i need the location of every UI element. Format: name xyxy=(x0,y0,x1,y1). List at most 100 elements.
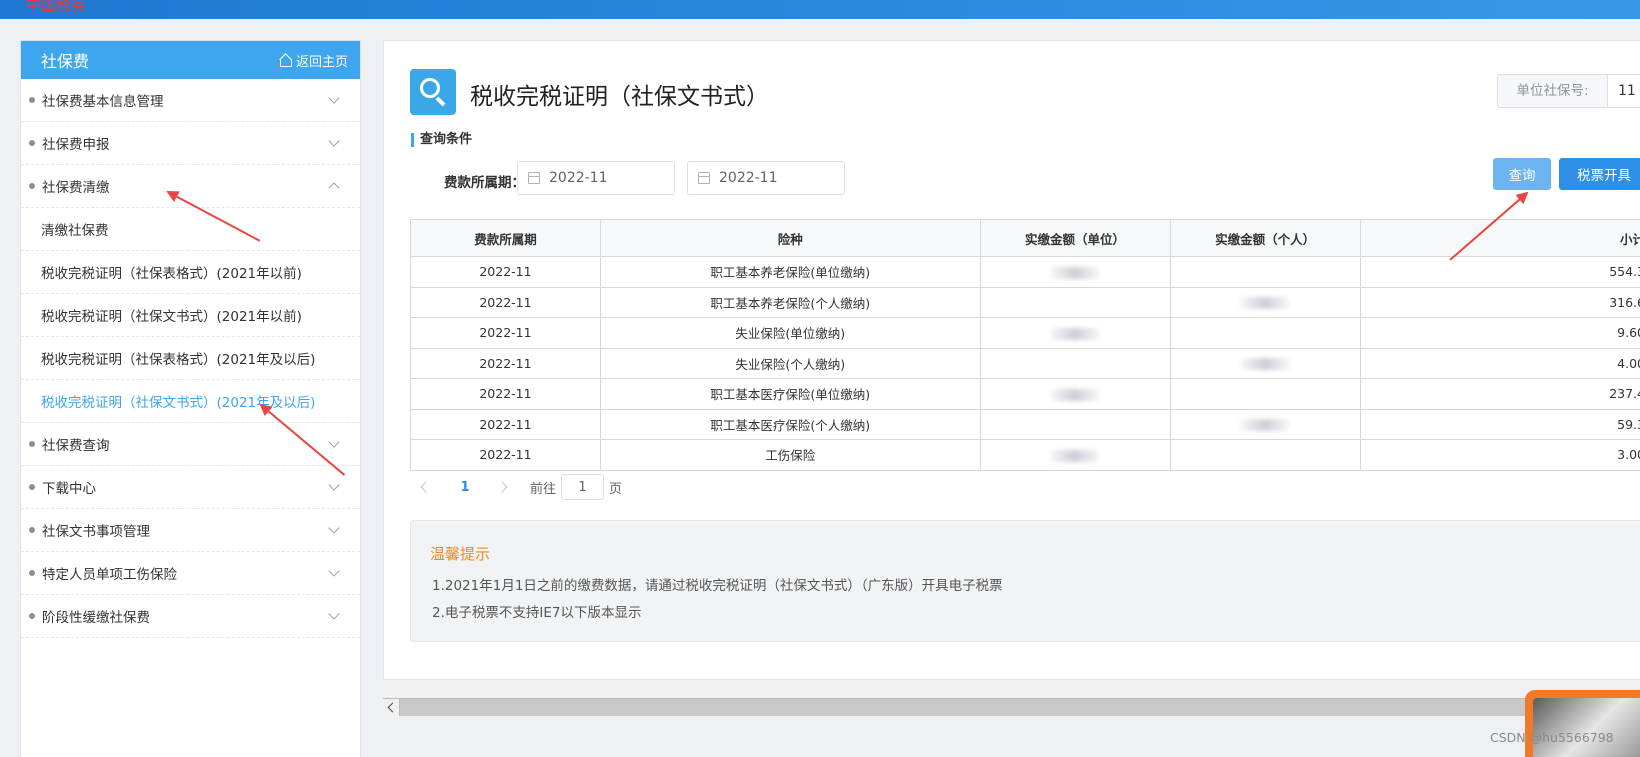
page-suffix: 页 xyxy=(609,481,623,497)
bullet-icon xyxy=(29,527,35,533)
table-cell xyxy=(979,408,1171,440)
chevron-down-icon xyxy=(328,565,340,577)
table-cell xyxy=(979,439,1171,471)
column-header: 实缴金额（个人） xyxy=(1169,219,1361,257)
table-cell: 失业保险(单位缴纳) xyxy=(599,317,981,349)
sidebar-header: 社保费 返回主页 xyxy=(21,41,360,79)
table-cell: 2022-11 xyxy=(410,256,601,288)
table-cell: 9.60 xyxy=(1359,317,1640,349)
issue-tax-receipt-button[interactable]: 税票开具 xyxy=(1559,158,1640,190)
section-label: 查询条件 xyxy=(411,133,472,147)
query-button[interactable]: 查询 xyxy=(1493,158,1551,190)
redacted-value xyxy=(1240,297,1291,310)
top-banner: 中国税务 xyxy=(0,0,1640,19)
tips-title: 温馨提示 xyxy=(430,545,491,563)
column-header: 费款所属期 xyxy=(410,219,601,257)
menu-item-documents[interactable]: 社保文书事项管理 xyxy=(21,509,360,552)
redacted-value xyxy=(1050,266,1101,279)
page-number-input[interactable] xyxy=(561,474,605,500)
horizontal-scrollbar[interactable] xyxy=(383,698,1640,716)
menu-label: 社保费清缴 xyxy=(42,180,110,196)
goto-label: 前往 xyxy=(530,481,557,497)
submenu-item-settle-fee[interactable]: 清缴社保费 xyxy=(21,208,360,251)
table-row: 2022-11职工基本医疗保险(个人缴纳) 59.3 xyxy=(410,408,1640,440)
table-header-row: 费款所属期 险种 实缴金额（单位） 实缴金额（个人） 小计 xyxy=(410,219,1640,257)
menu-label: 阶段性缓缴社保费 xyxy=(42,610,150,626)
table-cell: 2022-11 xyxy=(410,317,601,349)
table-cell xyxy=(979,317,1171,349)
table-cell xyxy=(979,347,1171,379)
chevron-down-icon xyxy=(328,92,340,104)
table-row: 2022-11职工基本医疗保险(单位缴纳) 237.4 xyxy=(410,378,1640,410)
menu-label: 社保费申报 xyxy=(42,137,110,153)
date-to-value: 2022-11 xyxy=(719,170,778,186)
calendar-icon xyxy=(528,172,540,184)
menu-item-deferred[interactable]: 阶段性缓缴社保费 xyxy=(21,595,360,638)
home-link[interactable]: 返回主页 xyxy=(279,51,348,70)
column-header: 险种 xyxy=(599,219,981,257)
redacted-value xyxy=(1050,388,1101,401)
next-page-icon[interactable] xyxy=(490,473,520,501)
table-cell: 2022-11 xyxy=(410,408,601,440)
table-cell: 职工基本医疗保险(个人缴纳) xyxy=(599,408,981,440)
main-panel: 税收完税证明（社保文书式） 单位社保号: 11 查询条件 费款所属期： 2022… xyxy=(383,40,1640,680)
menu-item-download[interactable]: 下载中心 xyxy=(21,466,360,509)
submenu-item-table-after-2021[interactable]: 税收完税证明（社保表格式）(2021年及以后) xyxy=(21,337,360,380)
table-cell xyxy=(1169,256,1361,288)
date-from-input[interactable]: 2022-11 xyxy=(517,161,675,195)
page-title: 税收完税证明（社保文书式） xyxy=(470,84,769,110)
table-cell: 工伤保险 xyxy=(599,439,981,471)
prev-page-icon[interactable] xyxy=(410,473,440,501)
table-cell: 237.4 xyxy=(1359,378,1640,410)
tips-line-1: 1.2021年1月1日之前的缴费数据，请通过税收完税证明（社保文书式）（广东版）… xyxy=(432,578,1003,594)
table-cell: 4.00 xyxy=(1359,347,1640,379)
table-cell xyxy=(1169,408,1361,440)
table-cell: 2022-11 xyxy=(410,378,601,410)
scroll-left-icon[interactable] xyxy=(383,699,400,716)
chevron-down-icon xyxy=(328,479,340,491)
submenu-item-document-after-2021[interactable]: 税收完税证明（社保文书式）(2021年及以后) xyxy=(21,380,360,423)
table-cell xyxy=(1169,378,1361,410)
table-row: 2022-11失业保险(单位缴纳) 9.60 xyxy=(410,317,1640,349)
bullet-icon xyxy=(29,97,35,103)
table-cell: 职工基本养老保险(单位缴纳) xyxy=(599,256,981,288)
bullet-icon xyxy=(29,441,35,447)
table-cell: 失业保险(个人缴纳) xyxy=(599,347,981,379)
table-cell: 316.6 xyxy=(1359,286,1640,318)
tips-box: 温馨提示 1.2021年1月1日之前的缴费数据，请通过税收完税证明（社保文书式）… xyxy=(410,520,1640,642)
table-cell: 2022-11 xyxy=(410,286,601,318)
watermark: CSDN @hu5566798 xyxy=(1490,730,1614,745)
chevron-down-icon xyxy=(328,522,340,534)
menu-label: 社保文书事项管理 xyxy=(42,524,150,540)
payment-table: 费款所属期 险种 实缴金额（单位） 实缴金额（个人） 小计 2022-11 职工基… xyxy=(410,219,1640,471)
table-cell: 2022-11 xyxy=(410,347,601,379)
table-row: 2022-11职工基本养老保险(单位缴纳) 554.3 xyxy=(410,256,1640,288)
current-page[interactable]: 1 xyxy=(440,480,490,495)
tips-line-2: 2.电子税票不支持IE7以下版本显示 xyxy=(432,605,642,621)
table-row: 2022-11职工基本养老保险(个人缴纳) 316.6 xyxy=(410,286,1640,318)
sidebar-title: 社保费 xyxy=(41,52,90,71)
table-cell xyxy=(979,286,1171,318)
menu-item-declare[interactable]: 社保费申报 xyxy=(21,122,360,165)
table-cell xyxy=(979,256,1171,288)
bullet-icon xyxy=(29,484,35,490)
table-cell xyxy=(1169,286,1361,318)
column-header: 小计 xyxy=(1359,219,1640,257)
submenu-item-document-before-2021[interactable]: 税收完税证明（社保文书式）(2021年以前) xyxy=(21,294,360,337)
menu-item-basic-info[interactable]: 社保费基本信息管理 xyxy=(21,79,360,122)
corner-image xyxy=(1525,690,1640,757)
bullet-icon xyxy=(29,140,35,146)
date-to-input[interactable]: 2022-11 xyxy=(687,161,845,195)
menu-item-settlement[interactable]: 社保费清缴 xyxy=(21,165,360,208)
table-cell: 职工基本医疗保险(单位缴纳) xyxy=(599,378,981,410)
unit-value: 11 xyxy=(1608,75,1640,107)
menu-label: 特定人员单项工伤保险 xyxy=(42,567,177,583)
home-icon xyxy=(279,55,292,67)
table-row: 2022-11工伤保险 3.00 xyxy=(410,439,1640,471)
table-cell: 职工基本养老保险(个人缴纳) xyxy=(599,286,981,318)
table-cell: 59.3 xyxy=(1359,408,1640,440)
submenu-item-table-before-2021[interactable]: 税收完税证明（社保表格式）(2021年以前) xyxy=(21,251,360,294)
home-label: 返回主页 xyxy=(295,54,348,70)
period-label: 费款所属期： xyxy=(444,175,525,191)
menu-item-injury-insurance[interactable]: 特定人员单项工伤保险 xyxy=(21,552,360,595)
